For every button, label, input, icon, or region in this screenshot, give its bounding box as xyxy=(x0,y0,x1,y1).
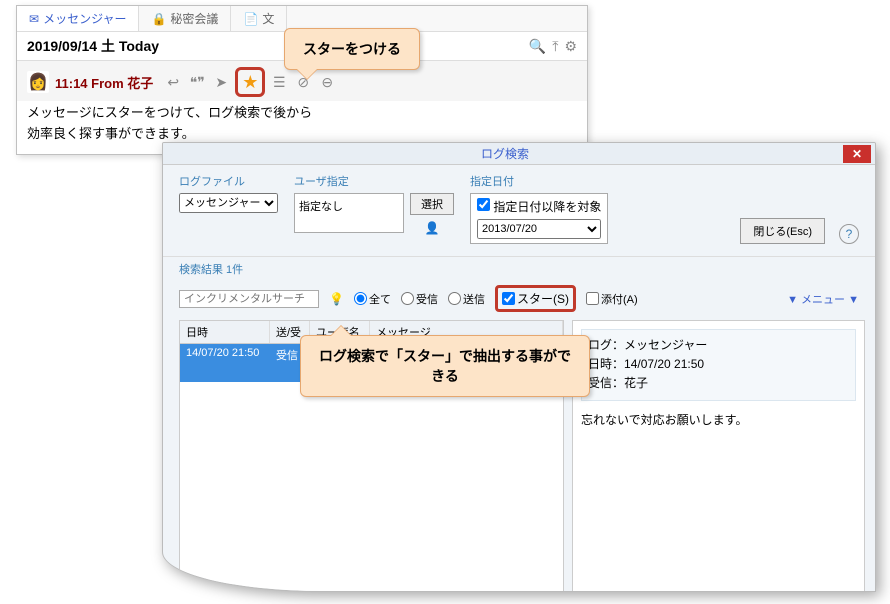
star-icon[interactable]: ★ xyxy=(235,67,265,97)
help-icon[interactable]: ? xyxy=(839,224,859,244)
close-help-group: 閉じる(Esc) ? xyxy=(740,173,859,244)
log-file-group: ログファイル メッセンジャー xyxy=(179,173,278,244)
log-file-label: ログファイル xyxy=(179,173,278,189)
filter-attach[interactable]: 添付(A) xyxy=(586,291,638,307)
date-label: 指定日付 xyxy=(470,173,608,189)
result-count: 検索結果 1件 xyxy=(163,257,875,281)
th-date[interactable]: 日時 xyxy=(180,321,270,343)
user-group: ユーザ指定 指定なし 選択 👤 xyxy=(294,173,454,244)
filter-row: 💡 全て 受信 送信 スター(S) 添付(A) ▼ メニュー ▼ xyxy=(163,281,875,320)
tab-secret-label: 秘密会議 xyxy=(170,10,218,27)
date-box: 指定日付以降を対象 2013/07/20 xyxy=(470,193,608,244)
date-select[interactable]: 2013/07/20 xyxy=(477,219,601,239)
reply-icon[interactable]: ↩ xyxy=(163,72,183,92)
search-icon[interactable]: 🔍 xyxy=(529,38,546,55)
date-checkbox[interactable] xyxy=(477,198,490,211)
close-button[interactable]: 閉じる(Esc) xyxy=(740,218,825,244)
filter-all[interactable]: 全て xyxy=(354,291,391,307)
log-titlebar: ログ検索 ✕ xyxy=(163,143,875,165)
search-input[interactable] xyxy=(179,290,319,308)
tab-doc-label: 文 xyxy=(262,10,274,27)
date-icons: 🔍 ⤒ ⚙ xyxy=(529,38,577,55)
filter-recv[interactable]: 受信 xyxy=(401,291,438,307)
avatar: 👩 xyxy=(27,71,49,93)
close-icon[interactable]: ✕ xyxy=(843,145,871,163)
doc-icon: 📄 xyxy=(243,12,258,26)
td-date: 14/07/20 21:50 xyxy=(180,344,270,382)
bulb-icon[interactable]: 💡 xyxy=(329,292,344,306)
log-file-select[interactable]: メッセンジャー xyxy=(179,193,278,213)
message-time-from: 11:14 From 花子 xyxy=(55,73,153,92)
date-text: 2019/09/14 土 Today xyxy=(27,36,529,56)
callout-star: スターをつける xyxy=(284,28,420,70)
select-user-button[interactable]: 選択 xyxy=(410,193,454,215)
user-display: 指定なし xyxy=(294,193,404,233)
tab-secret[interactable]: 🔒 秘密会議 xyxy=(139,6,231,31)
detail-body: 忘れないで対応お願いします。 xyxy=(581,411,856,428)
mail-icon: ✉ xyxy=(29,12,39,26)
gear-icon[interactable]: ⚙ xyxy=(564,38,577,55)
radio-group: 全て 受信 送信 スター(S) 添付(A) xyxy=(354,285,638,312)
callout-star-text: スターをつける xyxy=(303,41,401,57)
log-title-text: ログ検索 xyxy=(167,145,843,162)
user-label: ユーザ指定 xyxy=(294,173,454,189)
menu-dropdown[interactable]: ▼ メニュー ▼ xyxy=(787,291,859,307)
tab-messenger[interactable]: ✉ メッセンジャー xyxy=(17,6,139,31)
detail-pane: ログ：メッセンジャー 日時：14/07/20 21:50 受信：花子 忘れないで… xyxy=(572,320,865,592)
log-controls: ログファイル メッセンジャー ユーザ指定 指定なし 選択 👤 指定日付 指定日付… xyxy=(163,165,875,257)
filter-send[interactable]: 送信 xyxy=(448,291,485,307)
user-icon[interactable]: 👤 xyxy=(425,221,440,235)
arrow-up-icon[interactable]: ⤒ xyxy=(552,38,558,55)
callout-filter: ログ検索で「スター」で抽出する事ができる xyxy=(300,335,590,397)
filter-star[interactable]: スター(S) xyxy=(495,285,576,312)
date-group: 指定日付 指定日付以降を対象 2013/07/20 xyxy=(470,173,608,244)
send-icon[interactable]: ➤ xyxy=(211,72,231,92)
minus-icon[interactable]: ⊖ xyxy=(317,72,337,92)
tab-doc[interactable]: 📄 文 xyxy=(231,6,287,31)
menu-icon[interactable]: ☰ xyxy=(269,72,289,92)
message-body-line1: メッセージにスターをつけて、ログ検索で後から xyxy=(27,103,577,124)
callout-filter-text: ログ検索で「スター」で抽出する事ができる xyxy=(319,348,571,384)
quote-icon[interactable]: ❝❞ xyxy=(187,72,207,92)
detail-header: ログ：メッセンジャー 日時：14/07/20 21:50 受信：花子 xyxy=(581,329,856,401)
tab-messenger-label: メッセンジャー xyxy=(43,10,126,27)
date-checkbox-label[interactable]: 指定日付以降を対象 xyxy=(477,198,601,215)
lock-icon: 🔒 xyxy=(151,12,166,26)
